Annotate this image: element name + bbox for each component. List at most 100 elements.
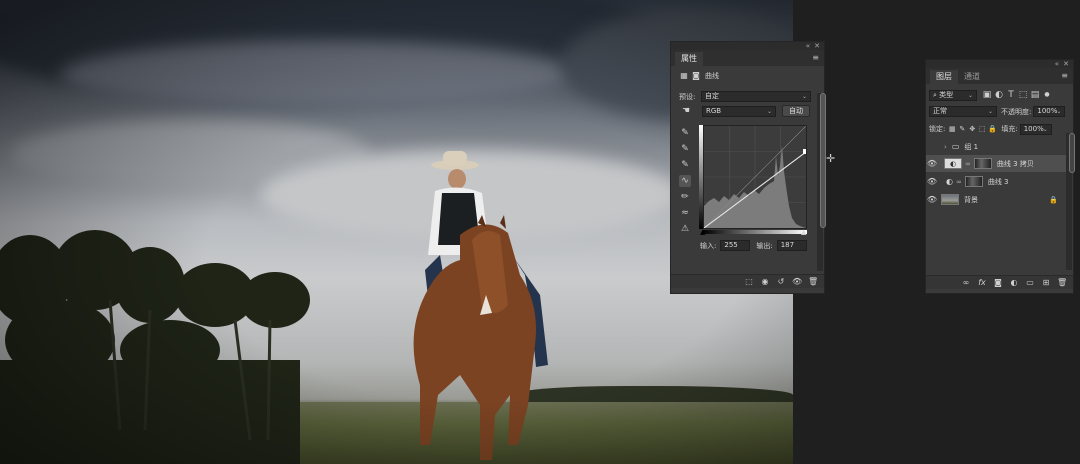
blend-mode-select[interactable]: 正常 ⌄ (929, 106, 997, 117)
filter-type-icon[interactable]: T (1005, 89, 1017, 101)
delete-layer-icon[interactable]: 🗑 (1057, 277, 1067, 289)
clip-to-layer-icon[interactable]: ⬚ (744, 276, 754, 288)
view-previous-icon[interactable]: ◉ (760, 276, 770, 288)
properties-scrollbar[interactable] (817, 93, 826, 271)
eye-icon[interactable]: 👁 (926, 195, 938, 204)
layer-name: 曲线 3 拷贝 (996, 159, 1034, 168)
curve-tool-icon[interactable]: ∿ (679, 175, 691, 187)
panel-menu-icon[interactable]: ≡ (1061, 71, 1068, 80)
curves-header: ▦ ◙ 曲线 (678, 70, 719, 82)
auto-button[interactable]: 自动 (782, 105, 810, 117)
properties-footer: ⬚ ◉ ↺ 👁 🗑 (671, 274, 824, 288)
clipping-warning-icon[interactable]: ⚠ (679, 223, 691, 235)
output-label: 输出: (756, 241, 773, 250)
output-gradient (699, 125, 703, 229)
mask-icon[interactable]: ◙ (690, 70, 702, 82)
black-point-slider[interactable]: ▲ (700, 228, 705, 236)
link-icon[interactable]: ∞ (965, 160, 971, 168)
blend-row: 正常 ⌄ 不透明度: 100% ⌄ (929, 106, 1066, 117)
filter-adjustment-icon[interactable]: ◐ (993, 89, 1005, 101)
layers-scrollbar[interactable] (1066, 133, 1075, 270)
new-group-icon[interactable]: ▭ (1025, 277, 1035, 289)
opacity-field[interactable]: 100% ⌄ (1033, 106, 1066, 117)
panel-top-strip: « ✕ (926, 60, 1073, 68)
filter-smart-icon[interactable]: ▤ (1029, 89, 1041, 101)
lock-transparent-icon[interactable]: ▦ (947, 123, 957, 135)
layer-filter-row: ⌕ 类型 ⌄ ▣ ◐ T ⬚ ▤ ● (929, 89, 1053, 101)
opacity-value: 100% (1037, 107, 1058, 115)
preset-label: 预设: (679, 92, 696, 101)
pencil-icon[interactable]: ✏ (679, 191, 691, 203)
lock-position-icon[interactable]: ✥ (967, 123, 977, 135)
filter-select[interactable]: ⌕ 类型 ⌄ (929, 89, 977, 101)
new-layer-icon[interactable]: ⊞ (1041, 277, 1051, 289)
close-icon[interactable]: ✕ (1063, 60, 1069, 68)
layer-curves-3[interactable]: 👁 ◐ ∞ 曲线 3 (926, 173, 1072, 190)
close-icon[interactable]: ✕ (814, 42, 820, 50)
link-icon[interactable]: ∞ (956, 178, 962, 186)
eyedropper-black-icon[interactable]: ✎ (679, 127, 691, 139)
input-label: 输入: (700, 241, 717, 250)
layer-group-1[interactable]: › ▭ 组 1 (926, 138, 1072, 155)
scroll-thumb[interactable] (1069, 133, 1075, 173)
reset-icon[interactable]: ↺ (776, 276, 786, 288)
new-adjustment-icon[interactable]: ◐ (1009, 277, 1019, 289)
mask-thumbnail[interactable] (973, 158, 992, 169)
layer-name: 曲线 3 (987, 177, 1009, 186)
lock-label: 锁定: (929, 125, 946, 133)
filter-value: 类型 (939, 90, 954, 99)
visibility-icon[interactable]: 👁 (792, 276, 802, 288)
output-field[interactable]: 187 (776, 240, 807, 251)
delete-icon[interactable]: 🗑 (808, 276, 818, 288)
filter-shape-icon[interactable]: ⬚ (1017, 89, 1029, 101)
input-output-row: 输入: 255 输出: 187 (700, 240, 807, 251)
eyedropper-gray-icon[interactable]: ✎ (679, 143, 691, 155)
channel-row: ☚ RGB ⌄ 自动 (678, 105, 810, 117)
adjustment-thumbnail: ◐ (944, 158, 962, 169)
chevron-down-icon: ⌄ (987, 108, 993, 115)
add-mask-icon[interactable]: ◙ (993, 277, 1003, 289)
channel-select[interactable]: RGB ⌄ (702, 105, 776, 117)
chevron-down-icon: ⌄ (766, 107, 772, 115)
folder-icon: ▭ (951, 142, 960, 151)
lock-icon: 🔒 (1049, 195, 1058, 204)
mask-thumbnail[interactable] (964, 176, 983, 187)
collapse-icon[interactable]: « (1055, 60, 1059, 68)
properties-tab-bar: 属性 ≡ (671, 50, 824, 66)
adjustment-layer-icon: ▦ (680, 71, 688, 80)
smooth-curve-icon[interactable]: ≈ (679, 207, 691, 219)
lock-image-icon[interactable]: ✎ (957, 123, 967, 135)
lock-artboard-icon[interactable]: ⬚ (977, 123, 987, 135)
link-layers-icon[interactable]: ∞ (961, 277, 971, 289)
filter-toggle-icon[interactable]: ● (1041, 89, 1053, 101)
tab-layers[interactable]: 图层 (930, 70, 958, 84)
crosshair-icon: ✛ (826, 152, 836, 165)
fx-icon[interactable]: fx (977, 277, 987, 289)
target-adjust-icon[interactable]: ☚ (678, 105, 694, 117)
input-field[interactable]: 255 (720, 240, 751, 251)
layer-background[interactable]: 👁 背景 🔒 (926, 191, 1072, 208)
white-point-slider[interactable]: ▲ (801, 228, 806, 236)
eyedropper-white-icon[interactable]: ✎ (679, 159, 691, 171)
fill-field[interactable]: 100% ⌄ (1019, 123, 1052, 135)
fill-label: 填充: (1001, 125, 1018, 133)
lock-all-icon[interactable]: 🔒 (987, 123, 997, 135)
layer-name: 背景 (964, 195, 978, 204)
preset-select[interactable]: 自定 ⌄ (701, 91, 811, 102)
panel-menu-icon[interactable]: ≡ (812, 53, 819, 62)
curves-graph[interactable] (703, 125, 807, 229)
preset-row: 预设: 自定 ⌄ (679, 91, 811, 102)
layer-curves-3-copy[interactable]: 👁 ◐ ∞ 曲线 3 拷贝 (926, 155, 1072, 172)
eye-icon[interactable]: 👁 (926, 159, 938, 168)
chevron-right-icon[interactable]: › (944, 143, 947, 151)
filter-pixel-icon[interactable]: ▣ (981, 89, 993, 101)
preset-value: 自定 (705, 92, 719, 100)
curves-title: 曲线 (705, 72, 719, 80)
layers-tab-bar: 图层 通道 ≡ (926, 68, 1073, 84)
chevron-down-icon: ⌄ (1042, 125, 1048, 133)
collapse-icon[interactable]: « (806, 42, 810, 50)
eye-icon[interactable]: 👁 (926, 177, 938, 186)
tab-channels[interactable]: 通道 (958, 70, 986, 84)
tab-properties[interactable]: 属性 (675, 52, 703, 66)
fill-value: 100% (1023, 124, 1044, 133)
